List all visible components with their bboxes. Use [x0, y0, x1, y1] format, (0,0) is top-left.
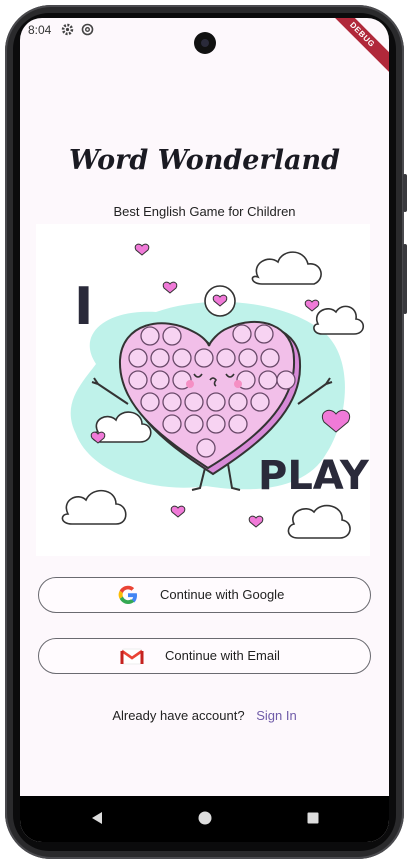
gmail-icon [119, 643, 145, 669]
navigation-bar [20, 796, 389, 842]
screen: 8:04 DEBUG Word Wonderland Best English … [20, 18, 389, 842]
app-title: Word Wonderland [69, 145, 340, 176]
volume-button [403, 244, 407, 314]
phone-frame: 8:04 DEBUG Word Wonderland Best English … [0, 0, 409, 864]
power-button [403, 174, 407, 212]
hero-text-play: PLAY [258, 453, 370, 499]
home-icon[interactable] [197, 810, 213, 830]
speech-bubble [204, 285, 236, 317]
continue-email-label: Continue with Email [165, 648, 280, 663]
google-icon [115, 582, 141, 608]
continue-email-button[interactable]: Continue with Email [38, 638, 371, 674]
front-camera [194, 32, 216, 54]
signin-row: Already have account? Sign In [20, 708, 389, 723]
at-icon [81, 23, 94, 36]
back-icon[interactable] [89, 810, 105, 830]
status-time: 8:04 [28, 23, 52, 37]
hero-text-i: I [74, 277, 93, 337]
hero-illustration: I PLAY [36, 224, 370, 556]
sign-in-link[interactable]: Sign In [256, 708, 296, 723]
have-account-text: Already have account? [112, 708, 245, 723]
app-subtitle: Best English Game for Children [113, 204, 296, 219]
gear-icon [61, 23, 74, 36]
continue-google-button[interactable]: Continue with Google [38, 577, 371, 613]
continue-google-label: Continue with Google [160, 587, 285, 602]
recents-icon[interactable] [305, 810, 321, 830]
